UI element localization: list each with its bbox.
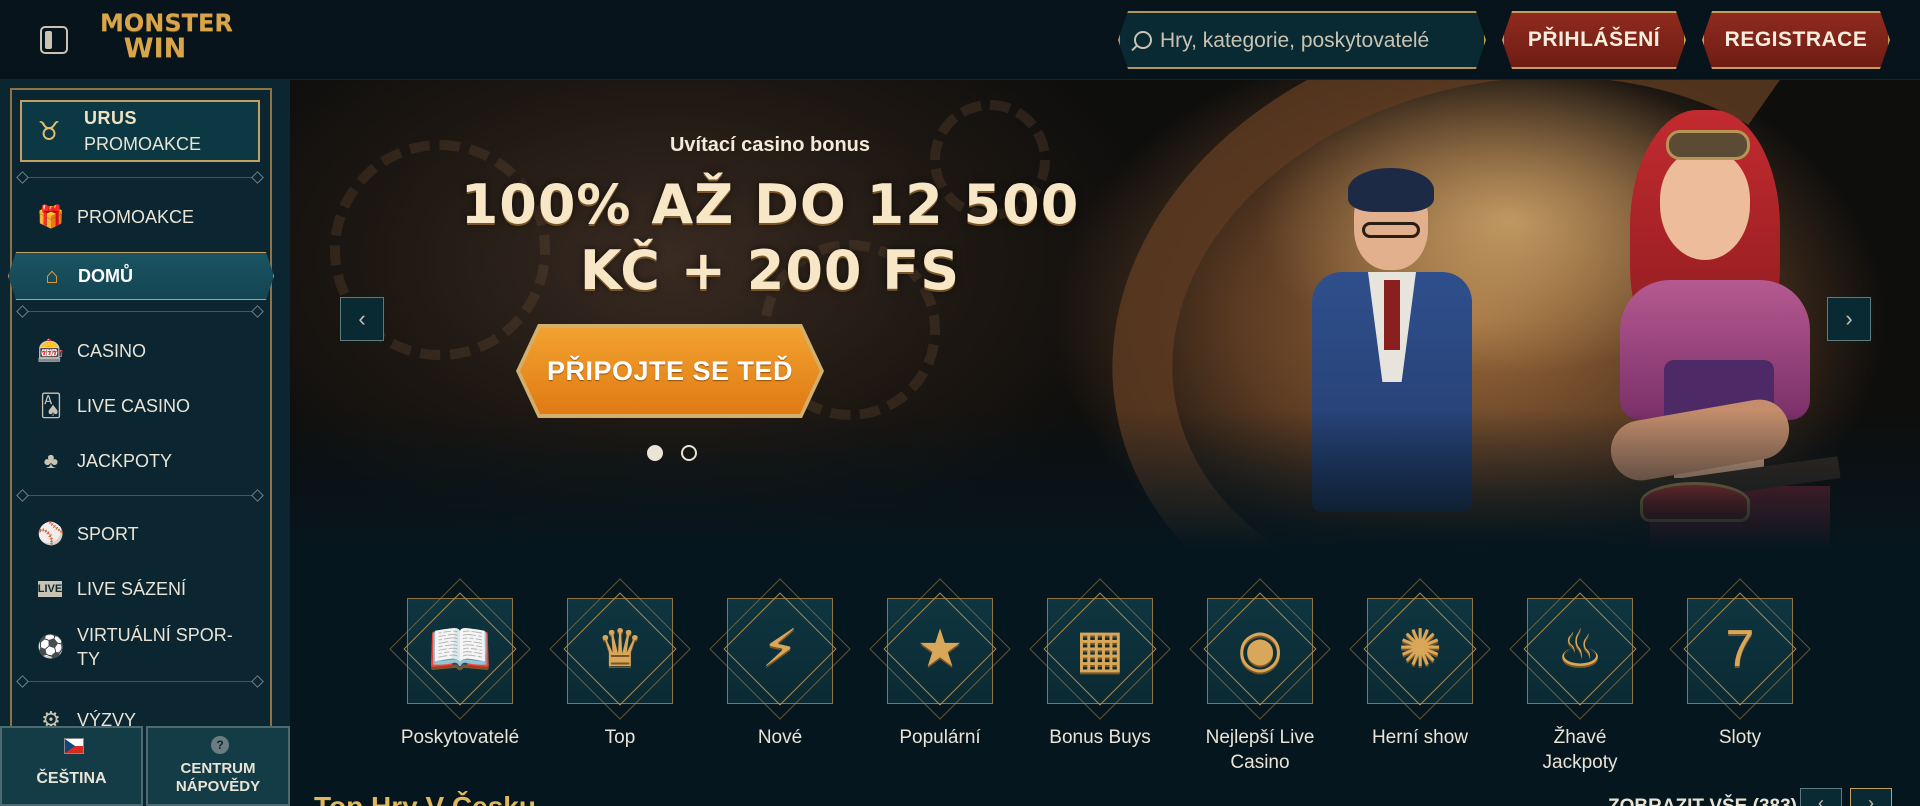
- category-label: Poskytovatelé: [400, 727, 520, 748]
- sidebar-item-label: JACKPOTY: [77, 451, 173, 471]
- section-prev-button[interactable]: ‹: [1800, 788, 1842, 806]
- category-bonus-buys[interactable]: ▦ Bonus Buys: [1020, 578, 1180, 772]
- czech-flag-icon: [64, 738, 84, 754]
- virtual-sport-icon: ⚽: [37, 634, 65, 659]
- promo-card-subtitle: PROMOAKCE: [84, 134, 202, 154]
- star-icon: ★: [916, 620, 964, 678]
- home-icon: ⌂: [45, 263, 59, 288]
- clover-icon: ♣: [43, 448, 59, 473]
- view-all-link[interactable]: ZOBRAZIT VŠE (383): [1608, 796, 1797, 806]
- chip-crown-icon: ◉: [1237, 620, 1283, 678]
- sidebar-item-label: PROMOAKCE: [77, 207, 195, 227]
- category-zhave-jackpoty[interactable]: ♨ Žhavé Jackpoty: [1500, 578, 1660, 773]
- crown-icon: ♛: [596, 620, 644, 678]
- hero-subtitle: Uvítací casino bonus: [669, 134, 871, 156]
- search-box[interactable]: [1118, 11, 1486, 69]
- search-input[interactable]: [1160, 25, 1475, 57]
- category-poskytovatele[interactable]: 📖 Poskytovatelé: [380, 578, 540, 772]
- chevron-left-icon: ‹: [358, 306, 366, 331]
- lightning-icon: ⚡: [761, 620, 799, 678]
- hero-next-button[interactable]: ›: [1827, 297, 1871, 341]
- top-bar: MONSTER WIN PŘIHLÁŠENÍ REGISTRACE: [0, 0, 1920, 80]
- logo[interactable]: MONSTER WIN: [100, 10, 233, 70]
- chevron-left-icon: ‹: [1818, 792, 1824, 806]
- sidebar-item-domu[interactable]: ⌂ DOMŮ: [8, 252, 274, 300]
- sidebar-item-label: LIVE CASINO: [77, 396, 191, 416]
- sidebar-item-jackpoty[interactable]: ♣ JACKPOTY: [8, 437, 274, 485]
- category-herni-show[interactable]: ✺ Herní show: [1340, 578, 1500, 772]
- section-next-button[interactable]: ›: [1850, 788, 1892, 806]
- ball-icon: ⚾: [37, 521, 65, 546]
- category-label: Nové: [757, 727, 803, 748]
- hero-prev-button[interactable]: ‹: [340, 297, 384, 341]
- category-top[interactable]: ♛ Top: [540, 578, 700, 772]
- category-label: Žhavé Jackpoty: [1542, 727, 1618, 773]
- sidebar-divider: [22, 495, 258, 496]
- category-label: Populární: [899, 727, 981, 748]
- help-center-button[interactable]: ? CENTRUM NÁPOVĚDY: [146, 726, 290, 806]
- register-button[interactable]: REGISTRACE: [1702, 11, 1890, 69]
- slide-dot-1[interactable]: [647, 445, 663, 461]
- chevron-right-icon: ›: [1845, 306, 1853, 331]
- hero-fade: [290, 410, 1920, 550]
- category-label: Top: [604, 727, 636, 748]
- sidebar-item-promoakce[interactable]: 🎁 PROMOAKCE: [8, 193, 274, 241]
- category-nove[interactable]: ⚡ Nové: [700, 578, 860, 772]
- flame-icon: ♨: [1556, 620, 1604, 678]
- live-icon: LIVE: [37, 581, 63, 597]
- sidebar-item-label: LIVE SÁZENÍ: [77, 579, 187, 599]
- sidebar-item-label: VIRTUÁLNÍ SPOR- TY: [77, 625, 233, 669]
- sidebar-item-label: DOMŮ: [78, 266, 133, 286]
- section-title: Top Hry V Česku: [314, 791, 536, 806]
- search-icon: [1134, 31, 1152, 49]
- wheel-icon: ✺: [1398, 620, 1442, 678]
- slot-machine-icon: 🎰: [37, 338, 65, 363]
- slide-dot-2[interactable]: [681, 445, 697, 461]
- gift-box-icon: ▦: [1075, 620, 1125, 678]
- join-now-button[interactable]: PŘIPOJTE SE TEĎ: [516, 324, 824, 418]
- chevron-right-icon: ›: [1868, 792, 1874, 806]
- gift-icon: 🎁: [37, 204, 65, 229]
- sidebar-divider: [22, 311, 258, 312]
- category-popularni[interactable]: ★ Populární: [860, 578, 1020, 772]
- sidebar-divider: [22, 177, 258, 178]
- sidebar-toggle-icon[interactable]: [40, 26, 68, 54]
- bull-icon: ♉: [37, 116, 61, 146]
- sidebar-item-sport[interactable]: ⚾ SPORT: [8, 510, 274, 558]
- book-gear-icon: 📖: [427, 620, 493, 678]
- sidebar-item-casino[interactable]: 🎰 CASINO: [8, 327, 274, 375]
- urus-promo-card[interactable]: ♉ URUS PROMOAKCE: [20, 100, 260, 162]
- category-sloty[interactable]: 7 Sloty: [1660, 578, 1820, 772]
- sidebar-item-live-sazeni[interactable]: LIVE LIVE SÁZENÍ: [8, 565, 274, 613]
- cards-icon: 🂡: [39, 393, 63, 418]
- join-now-label: PŘIPOJTE SE TEĎ: [520, 328, 820, 414]
- login-button[interactable]: PŘIHLÁŠENÍ: [1502, 11, 1686, 69]
- promo-card-title: URUS: [84, 108, 138, 128]
- category-label: Bonus Buys: [1049, 727, 1151, 748]
- language-selector[interactable]: ČEŠTINA: [0, 726, 143, 806]
- slot-icon: 7: [1725, 620, 1755, 678]
- category-label: Nejlepší Live Casino: [1205, 727, 1315, 773]
- language-label: ČEŠTINA: [36, 770, 107, 787]
- category-label: Herní show: [1371, 727, 1469, 748]
- hero-title: 100% AŽ DO 12 500 KČ + 200 FS: [460, 173, 1080, 302]
- sidebar-item-label: SPORT: [77, 524, 139, 544]
- help-icon: ?: [211, 736, 229, 754]
- sidebar: ♉ URUS PROMOAKCE 🎁 PROMOAKCE ⌂ DOMŮ 🎰 CA…: [0, 80, 290, 806]
- sidebar-item-virtualni-sporty[interactable]: ⚽ VIRTUÁLNÍ SPOR- TY: [8, 619, 274, 675]
- category-label: Sloty: [1718, 727, 1762, 748]
- sidebar-divider: [22, 681, 258, 682]
- category-nejlepsi-live-casino[interactable]: ◉ Nejlepší Live Casino: [1180, 578, 1340, 773]
- sidebar-item-label: CASINO: [77, 341, 147, 361]
- sidebar-item-live-casino[interactable]: 🂡 LIVE CASINO: [8, 382, 274, 430]
- hero-banner: Uvítací casino bonus 100% AŽ DO 12 500 K…: [290, 80, 1920, 550]
- logo-line2: WIN: [123, 33, 187, 64]
- help-label: CENTRUM NÁPOVĚDY: [175, 760, 261, 795]
